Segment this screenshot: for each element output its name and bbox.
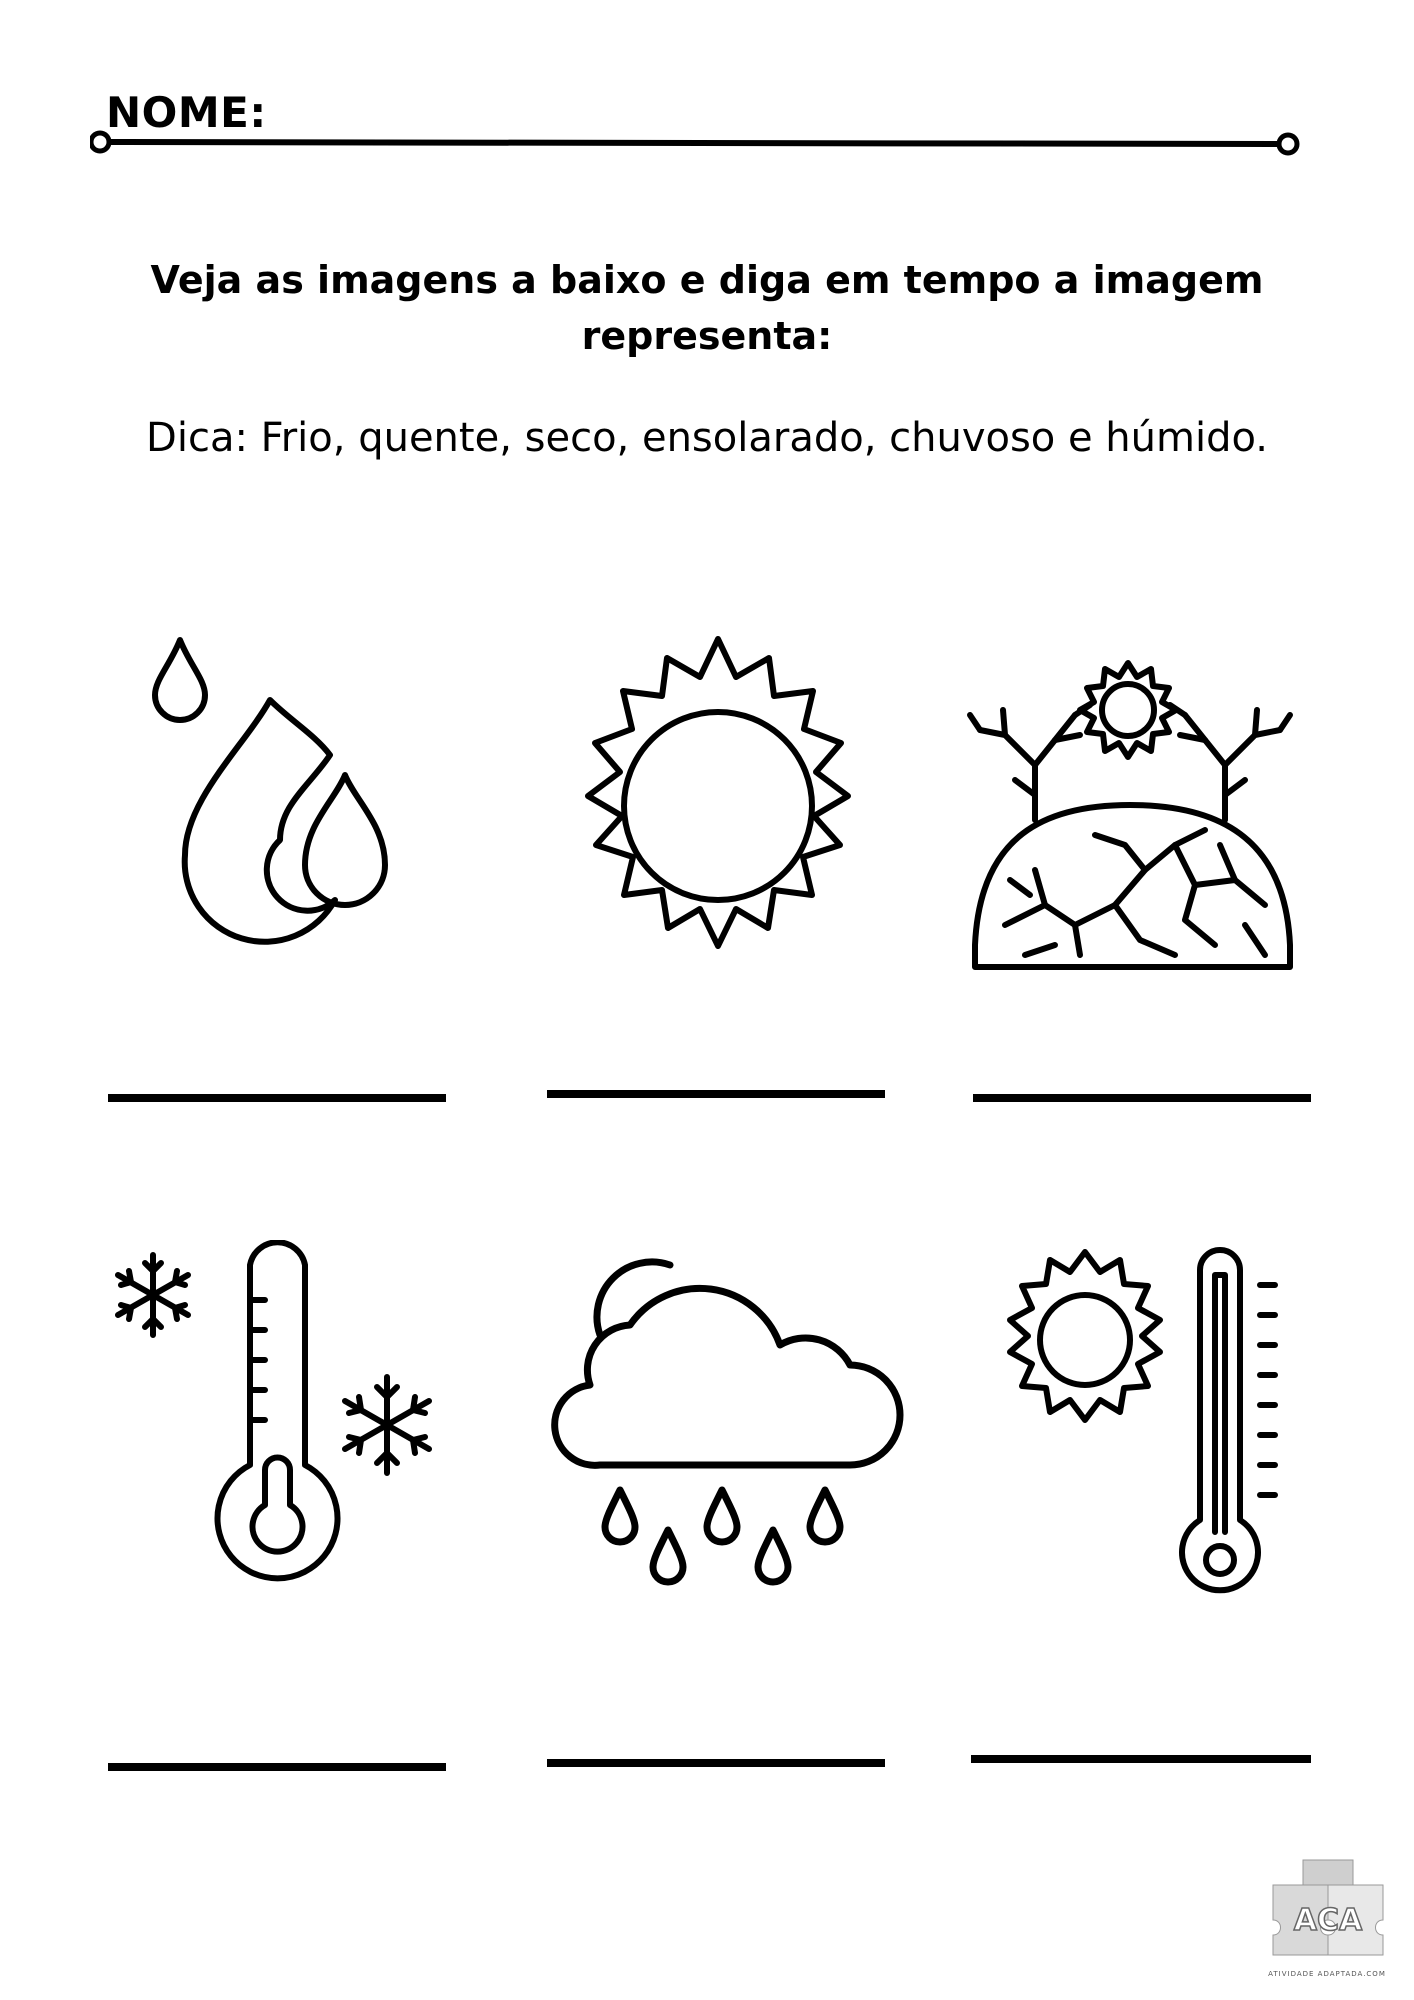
rain-cloud-icon <box>551 1258 904 1586</box>
logo-icon: ACA <box>1272 1859 1384 1956</box>
dry-land-icon <box>967 660 1293 970</box>
answer-line-humid[interactable] <box>108 1094 446 1102</box>
answer-line-hot[interactable] <box>971 1755 1311 1763</box>
sun-icon <box>585 636 851 949</box>
cold-thermometer-icon <box>115 1240 432 1582</box>
name-line <box>90 130 1300 156</box>
logo-text: ACA <box>1294 1903 1363 1938</box>
hot-thermometer-icon <box>1007 1247 1278 1594</box>
logo-tagline: ATIVIDADE ADAPTADA.COM <box>1268 1970 1386 1978</box>
answer-line-dry[interactable] <box>973 1094 1311 1102</box>
instruction-text: Veja as imagens a baixo e diga em tempo … <box>150 258 1264 358</box>
answer-line-cold[interactable] <box>108 1763 446 1771</box>
hint-text: Dica: Frio, quente, seco, ensolarado, ch… <box>146 415 1268 461</box>
water-drops-icon <box>152 637 388 945</box>
answer-line-rainy[interactable] <box>547 1759 885 1767</box>
answer-line-sunny[interactable] <box>547 1090 885 1098</box>
